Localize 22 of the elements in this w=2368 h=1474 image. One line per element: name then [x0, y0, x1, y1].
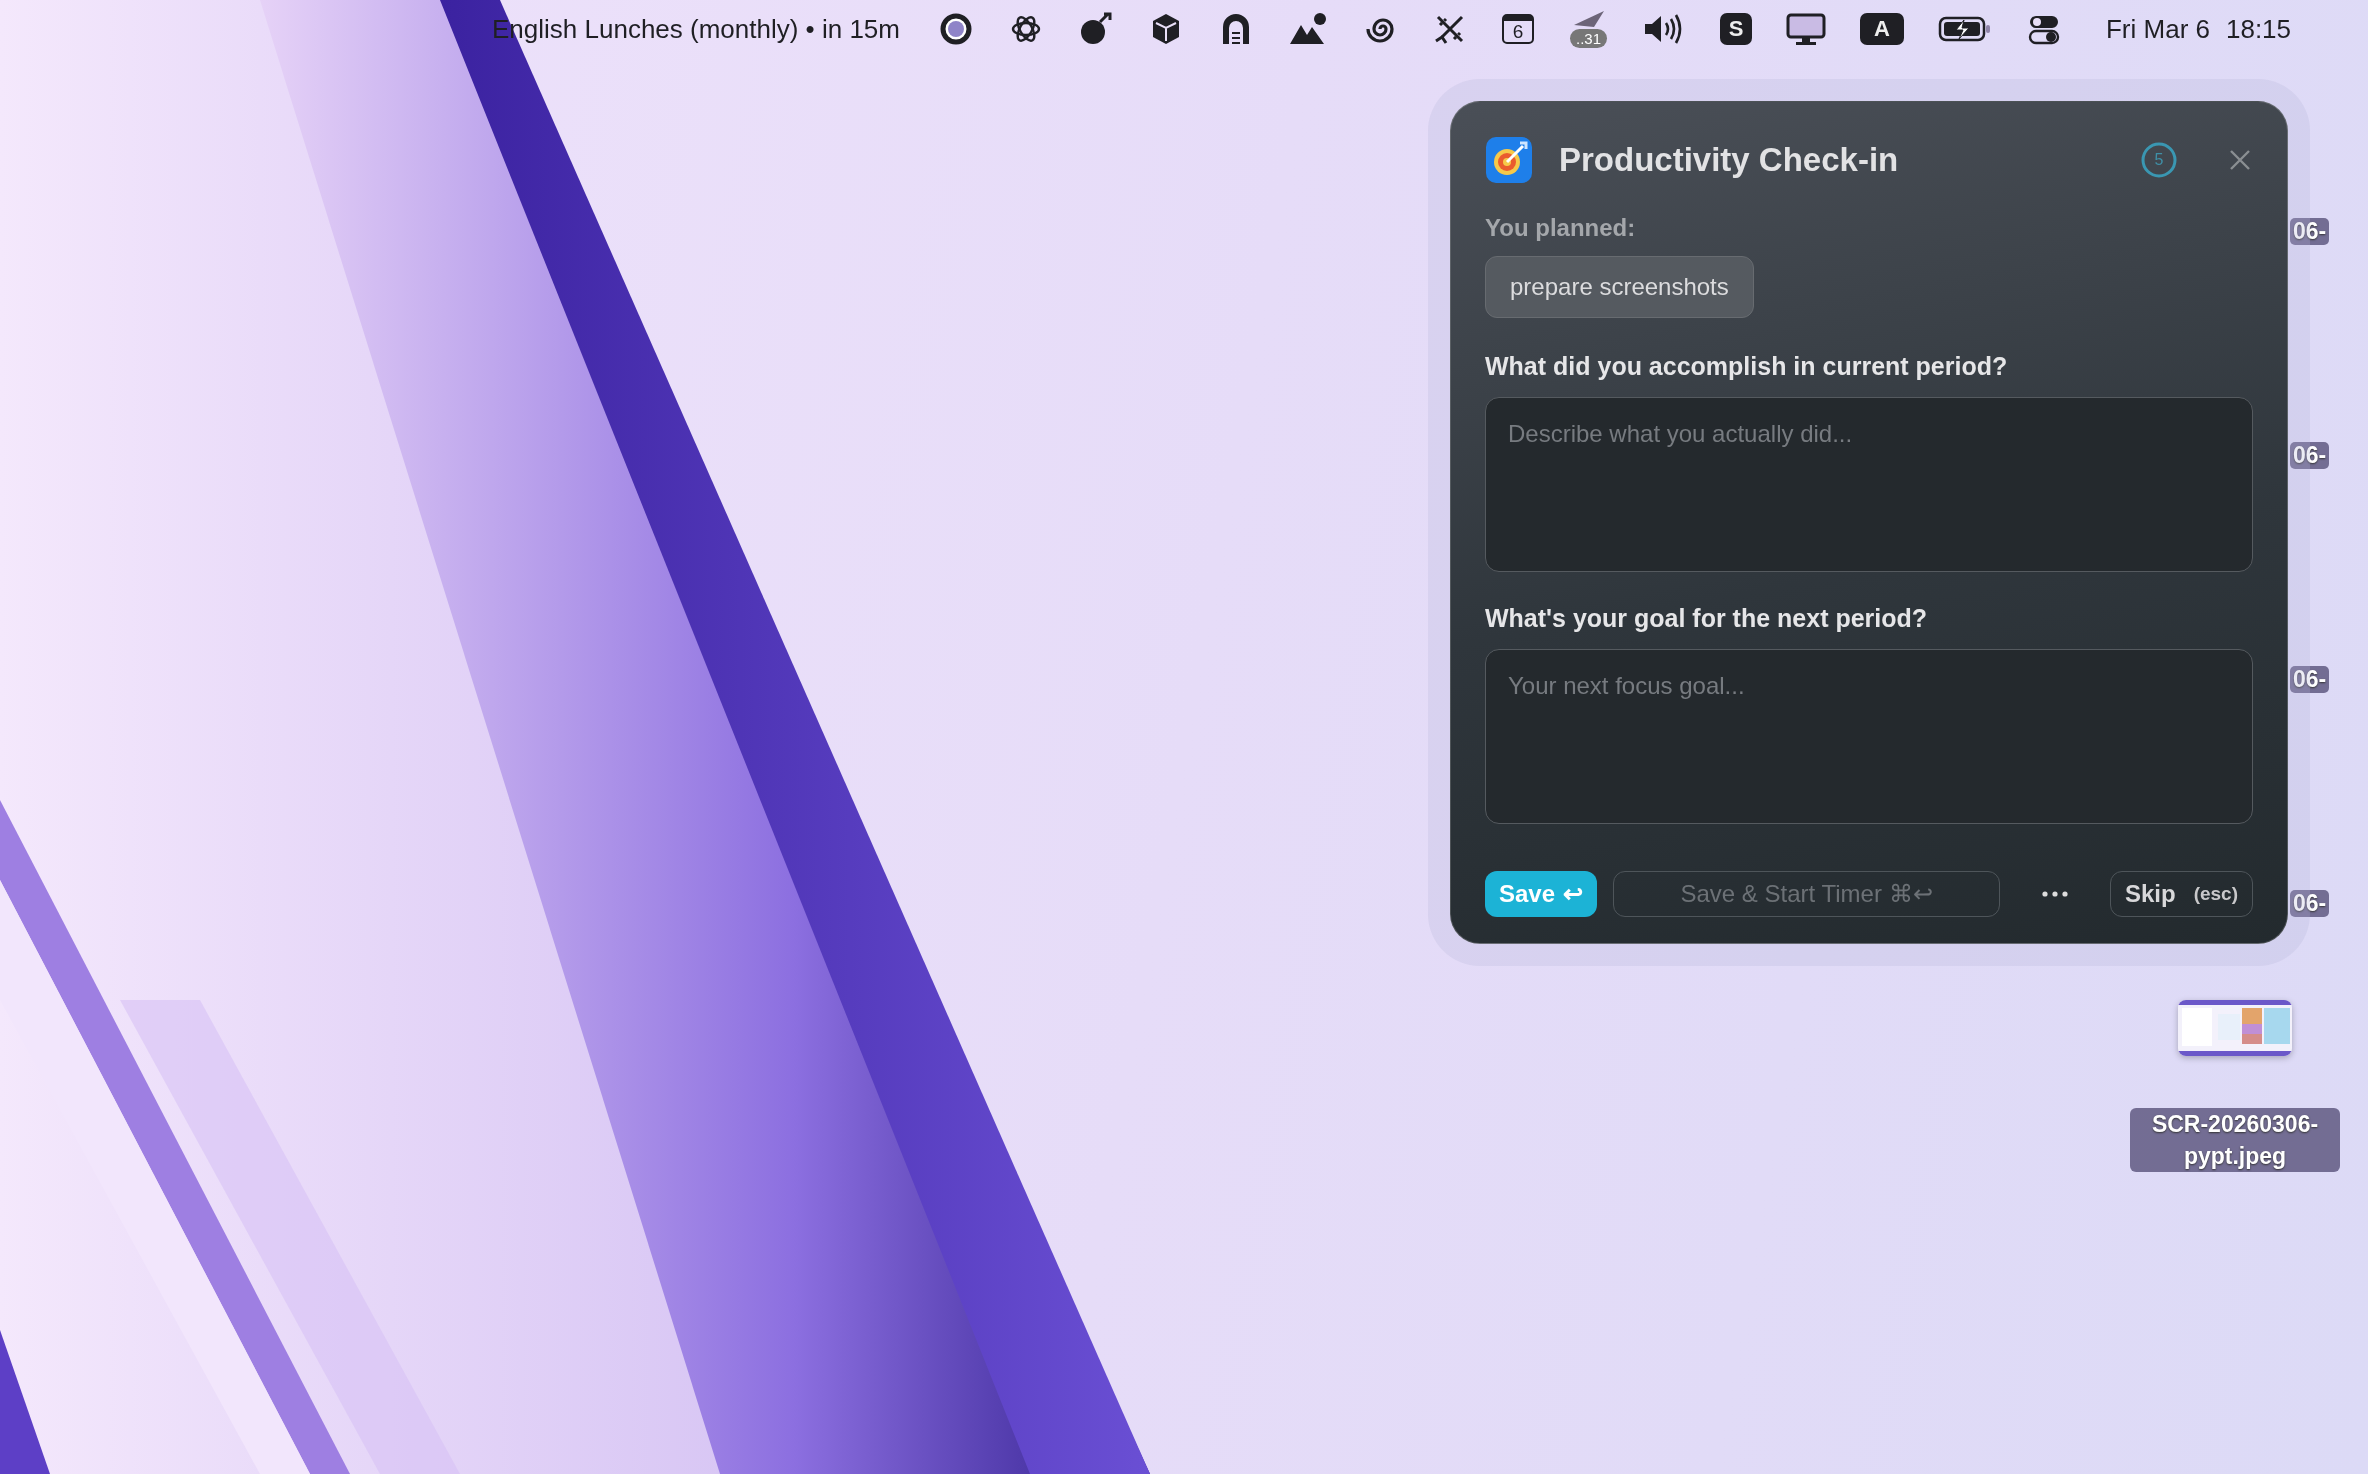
calendar-icon[interactable]: 6: [1501, 14, 1534, 44]
answer-field[interactable]: Your next focus goal...: [1485, 649, 2253, 824]
more-icon: [2041, 891, 2068, 897]
countdown-ring-icon: [2139, 140, 2179, 180]
key-icon[interactable]: A: [1859, 13, 1904, 45]
planned-task-chip: prepare screenshots: [1485, 256, 1754, 318]
dialog-title: Productivity Check-in: [1559, 141, 1900, 179]
question-label: What's your goal for the next period?: [1485, 604, 1929, 633]
menu-bar-clock[interactable]: 18:15: [2225, 13, 2292, 45]
question-label: What did you accomplish in current period?: [1485, 352, 2009, 381]
planned-label: You planned:: [1485, 214, 1637, 242]
menu-bar-date[interactable]: Fri Mar 6: [2105, 13, 2210, 45]
key-icon[interactable]: S: [1719, 13, 1752, 45]
mountains-icon[interactable]: [1287, 11, 1328, 47]
skip-button[interactable]: Skip (esc): [2109, 871, 2253, 917]
countdown-text: 5: [2154, 151, 2164, 169]
target-icon: [1485, 136, 1533, 184]
monitor-icon[interactable]: [1785, 11, 1826, 47]
file-name[interactable]: SCR-20260306-pypt.jpeg: [2130, 1108, 2340, 1172]
count-badge: ..31: [1569, 29, 1607, 48]
answer-field[interactable]: Describe what you actually did...: [1485, 397, 2253, 572]
file-thumbnail[interactable]: [2178, 1000, 2292, 1056]
